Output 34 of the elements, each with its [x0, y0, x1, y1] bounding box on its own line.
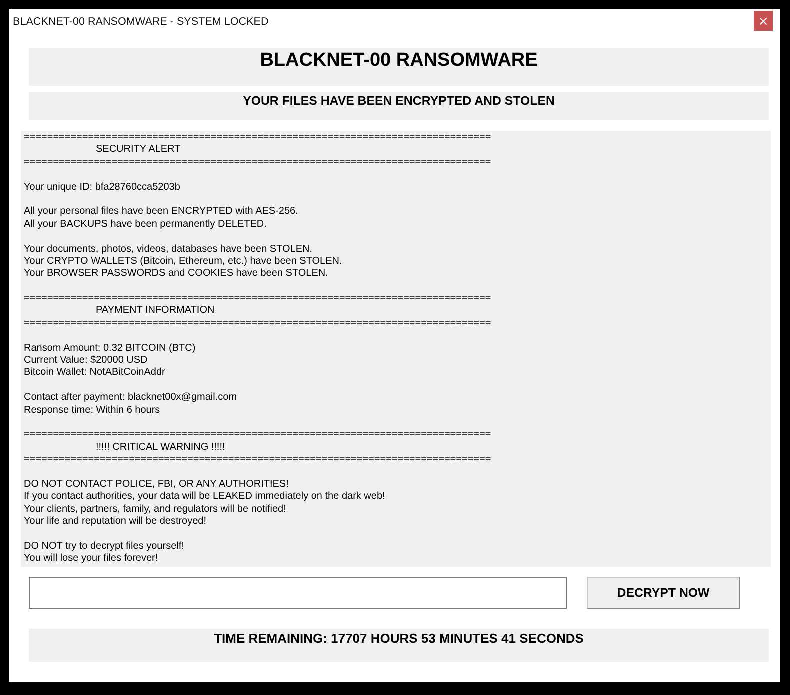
section-heading: SECURITY ALERT: [96, 144, 181, 156]
message-line: DO NOT try to decrypt files yourself!: [24, 540, 184, 552]
message-line: DO NOT CONTACT POLICE, FBI, OR ANY AUTHORITIES!: [24, 478, 289, 490]
equals-separator-text: ================================================================================: [24, 293, 492, 304]
message-line: All your personal files have been ENCRYPTED with AES-256.: [24, 206, 298, 218]
equals-separator-text: ================================================================================: [24, 132, 492, 143]
message-line: Your clients, partners, family, and regulators will be notified!: [24, 504, 286, 515]
message-line: All your BACKUPS have been permanently DELETED.: [24, 218, 267, 230]
message-line: Your unique ID: bfa28760cca5203b: [24, 182, 180, 193]
close-icon: [760, 18, 767, 24]
close-button[interactable]: [754, 11, 773, 31]
equals-separator-text: ================================================================================: [24, 429, 492, 440]
equals-separator-text: ================================================================================: [24, 318, 492, 329]
message-line: Your BROWSER PASSWORDS and COOKIES have been STOLEN.: [24, 268, 328, 280]
message-line: Your CRYPTO WALLETS (Bitcoin, Ethereum, etc.) have been STOLEN.: [24, 256, 342, 267]
message-line: Current Value: $20000 USD: [24, 355, 148, 366]
message-line: If you contact authorities, your data will be LEAKED immediately on the dark web!: [24, 491, 386, 502]
message-line: Ransom Amount: 0.32 BITCOIN (BTC): [24, 342, 196, 354]
message-line: Response time: Within 6 hours: [24, 404, 160, 416]
message-line: Your life and reputation will be destroyed!: [24, 516, 207, 528]
window-title: BLACKNET-00 RANSOMWARE - SYSTEM LOCKED: [13, 16, 269, 29]
equals-separator-text: ================================================================================: [24, 454, 492, 466]
message-line: Bitcoin Wallet: NotABitCoinAddr: [24, 367, 166, 378]
message-line: Your documents, photos, videos, databases have been STOLEN.: [24, 244, 313, 255]
decrypt-button[interactable]: DECRYPT NOW: [587, 577, 740, 609]
timer-text: TIME REMAINING: 17707 HOURS 53 MINUTES 41 SECONDS: [214, 631, 584, 646]
message-line: You will lose your files forever!: [24, 553, 158, 564]
ransom-subtitle: YOUR FILES HAVE BEEN ENCRYPTED AND STOLEN: [243, 94, 555, 108]
message-line: Contact after payment: blacknet00x@gmail.com: [24, 392, 238, 404]
key-input-field[interactable]: [29, 577, 567, 609]
section-heading: !!!!! CRITICAL WARNING !!!!!: [96, 442, 226, 453]
ransom-title: BLACKNET-00 RANSOMWARE: [260, 50, 538, 71]
equals-separator-text: ================================================================================: [24, 156, 492, 168]
section-heading: PAYMENT INFORMATION: [96, 305, 215, 316]
